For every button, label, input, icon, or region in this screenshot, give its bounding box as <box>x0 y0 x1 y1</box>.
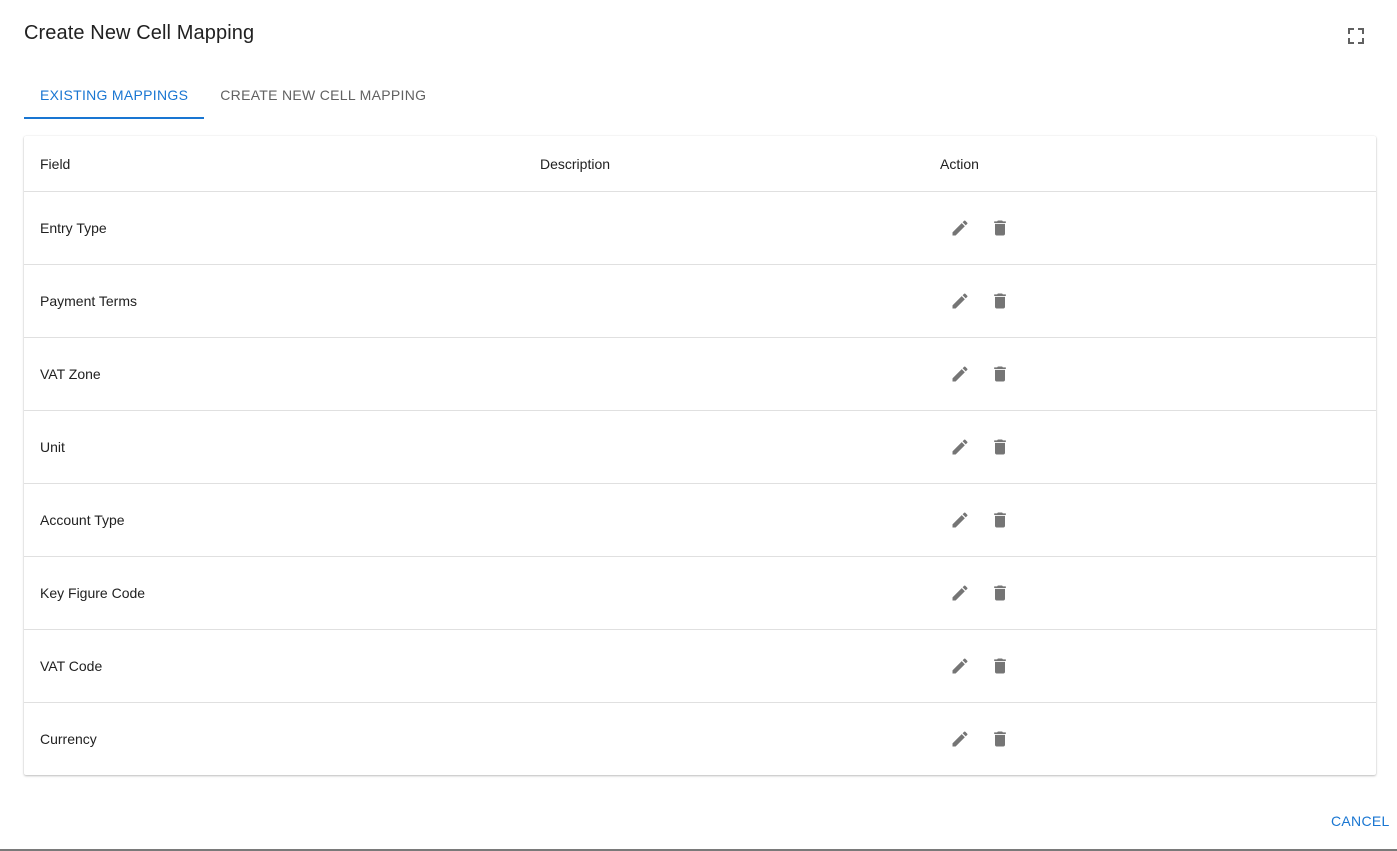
pencil-icon <box>950 656 970 676</box>
edit-button[interactable] <box>948 508 972 532</box>
row-field: Unit <box>40 439 65 455</box>
delete-button[interactable] <box>988 435 1012 459</box>
header-field: Field <box>40 155 71 172</box>
edit-button[interactable] <box>948 581 972 605</box>
table-row: Currency <box>24 703 1376 775</box>
trash-icon <box>990 510 1010 530</box>
pencil-icon <box>950 583 970 603</box>
row-actions <box>940 654 1340 678</box>
pencil-icon <box>950 291 970 311</box>
tab-create-new-cell-mapping[interactable]: CREATE NEW CELL MAPPING <box>204 72 442 117</box>
cell-mapping-dialog: Create New Cell Mapping EXISTING MAPPING… <box>0 0 1397 851</box>
row-field: Payment Terms <box>40 293 137 309</box>
row-actions <box>940 435 1340 459</box>
trash-icon <box>990 218 1010 238</box>
mappings-table: Field Description Action Entry Type Payme… <box>24 136 1376 775</box>
delete-button[interactable] <box>988 216 1012 240</box>
row-field: Currency <box>40 731 97 747</box>
row-actions <box>940 508 1340 532</box>
trash-icon <box>990 437 1010 457</box>
table-header: Field Description Action <box>24 136 1376 192</box>
header-action: Action <box>940 155 979 172</box>
row-actions <box>940 216 1340 240</box>
edit-button[interactable] <box>948 216 972 240</box>
row-field: VAT Code <box>40 658 103 674</box>
pencil-icon <box>950 437 970 457</box>
table-row: Payment Terms <box>24 265 1376 338</box>
delete-button[interactable] <box>988 289 1012 313</box>
edit-button[interactable] <box>948 727 972 751</box>
delete-button[interactable] <box>988 727 1012 751</box>
table-body: Entry Type Payment Terms VAT Zone Unit Accou… <box>24 192 1376 775</box>
row-actions <box>940 727 1340 751</box>
pencil-icon <box>950 364 970 384</box>
table-row: Account Type <box>24 484 1376 557</box>
trash-icon <box>990 729 1010 749</box>
trash-icon <box>990 656 1010 676</box>
table-row: Entry Type <box>24 192 1376 265</box>
row-field: Account Type <box>40 512 125 528</box>
delete-button[interactable] <box>988 581 1012 605</box>
row-actions <box>940 289 1340 313</box>
table-row: Unit <box>24 411 1376 484</box>
edit-button[interactable] <box>948 362 972 386</box>
fullscreen-icon <box>1348 28 1364 44</box>
table-row: Key Figure Code <box>24 557 1376 630</box>
trash-icon <box>990 364 1010 384</box>
tab-existing-mappings[interactable]: EXISTING MAPPINGS <box>24 72 205 119</box>
edit-button[interactable] <box>948 435 972 459</box>
delete-button[interactable] <box>988 654 1012 678</box>
delete-button[interactable] <box>988 508 1012 532</box>
row-field: Key Figure Code <box>40 585 146 601</box>
table-row: VAT Code <box>24 630 1376 703</box>
dialog-title: Create New Cell Mapping <box>24 22 255 44</box>
trash-icon <box>990 583 1010 603</box>
delete-button[interactable] <box>988 362 1012 386</box>
row-field: Entry Type <box>40 220 107 236</box>
row-actions <box>940 581 1340 605</box>
tab-bar: EXISTING MAPPINGS CREATE NEW CELL MAPPIN… <box>24 72 442 119</box>
edit-button[interactable] <box>948 289 972 313</box>
trash-icon <box>990 291 1010 311</box>
pencil-icon <box>950 510 970 530</box>
pencil-icon <box>950 218 970 238</box>
edit-button[interactable] <box>948 654 972 678</box>
row-field: VAT Zone <box>40 366 101 382</box>
fullscreen-button[interactable] <box>1344 24 1368 48</box>
cancel-button[interactable]: CANCEL <box>1322 806 1397 836</box>
table-row: VAT Zone <box>24 338 1376 411</box>
row-actions <box>940 362 1340 386</box>
pencil-icon <box>950 729 970 749</box>
header-description: Description <box>540 155 611 172</box>
